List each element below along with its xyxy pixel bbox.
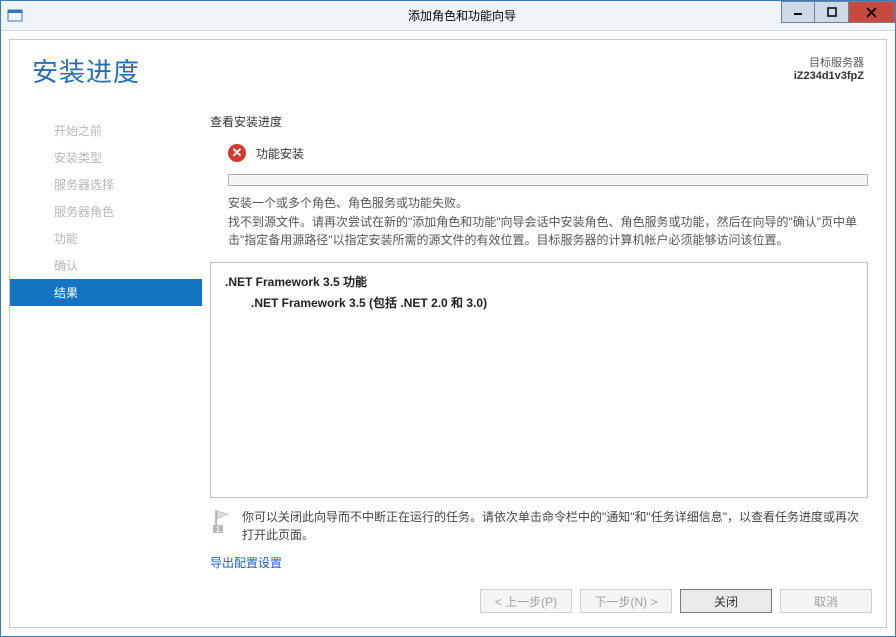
maximize-button[interactable]: [815, 1, 849, 23]
titlebar: 添加角色和功能向导: [1, 1, 895, 31]
content-frame: 安装进度 目标服务器 iZ234d1v3fpZ 开始之前 安装类型 服务器选择 …: [9, 39, 887, 628]
feature-parent: .NET Framework 3.5 功能: [225, 273, 853, 290]
header-row: 安装进度 目标服务器 iZ234d1v3fpZ: [10, 40, 886, 97]
error-message-line2: 找不到源文件。请再次尝试在新的"添加角色和功能"向导会话中安装角色、角色服务或功…: [228, 213, 868, 250]
close-button[interactable]: 关闭: [680, 589, 772, 613]
progress-bar: [228, 174, 868, 186]
note-row: 1 你可以关闭此向导而不中断正在运行的任务。请依次单击命令栏中的"通知"和"任务…: [210, 508, 868, 544]
step-server-roles: 服务器角色: [10, 198, 202, 225]
error-message-line1: 安装一个或多个角色、角色服务或功能失败。: [228, 194, 868, 213]
feature-child: .NET Framework 3.5 (包括 .NET 2.0 和 3.0): [251, 294, 853, 311]
minimize-button[interactable]: [781, 1, 815, 23]
error-message: 安装一个或多个角色、角色服务或功能失败。 找不到源文件。请再次尝试在新的"添加角…: [228, 194, 868, 250]
export-config-link[interactable]: 导出配置设置: [210, 554, 868, 571]
step-confirm: 确认: [10, 252, 202, 279]
prev-button: < 上一步(P): [480, 589, 572, 613]
window-controls: [781, 1, 895, 23]
status-row: ✕ 功能安装: [228, 144, 868, 162]
body-row: 开始之前 安装类型 服务器选择 服务器角色 功能 确认 结果 查看安装进度 ✕ …: [10, 97, 886, 577]
cancel-button: 取消: [780, 589, 872, 613]
note-text: 你可以关闭此向导而不中断正在运行的任务。请依次单击命令栏中的"通知"和"任务详细…: [242, 508, 868, 544]
section-label: 查看安装进度: [210, 113, 868, 130]
target-server-block: 目标服务器 iZ234d1v3fpZ: [794, 52, 864, 82]
app-icon: [1, 8, 29, 24]
step-results[interactable]: 结果: [10, 279, 202, 306]
status-text: 功能安装: [256, 145, 304, 162]
step-before-begin: 开始之前: [10, 117, 202, 144]
window-title: 添加角色和功能向导: [29, 7, 895, 24]
page-title: 安装进度: [32, 52, 794, 89]
target-server-label: 目标服务器: [794, 54, 864, 70]
results-box: .NET Framework 3.5 功能 .NET Framework 3.5…: [210, 262, 868, 498]
flag-icon: 1: [210, 508, 232, 539]
step-install-type: 安装类型: [10, 144, 202, 171]
target-server-name: iZ234d1v3fpZ: [794, 70, 864, 82]
close-window-button[interactable]: [849, 1, 895, 23]
wizard-window: 添加角色和功能向导 安装进度 目标服务器 iZ234d1v3fpZ 开始之前 安…: [0, 0, 896, 637]
svg-text:1: 1: [216, 525, 221, 534]
button-row: < 上一步(P) 下一步(N) > 关闭 取消: [10, 577, 886, 627]
step-server-select: 服务器选择: [10, 171, 202, 198]
next-button: 下一步(N) >: [580, 589, 672, 613]
content-outer: 安装进度 目标服务器 iZ234d1v3fpZ 开始之前 安装类型 服务器选择 …: [1, 31, 895, 636]
main-pane: 查看安装进度 ✕ 功能安装 安装一个或多个角色、角色服务或功能失败。 找不到源文…: [202, 97, 886, 577]
step-features: 功能: [10, 225, 202, 252]
steps-sidebar: 开始之前 安装类型 服务器选择 服务器角色 功能 确认 结果: [10, 97, 202, 577]
error-icon: ✕: [228, 144, 246, 162]
